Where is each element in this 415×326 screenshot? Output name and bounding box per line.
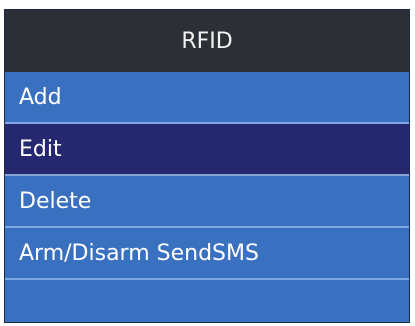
screen-title: RFID [5, 10, 409, 72]
menu-item-add[interactable]: Add [5, 72, 409, 124]
menu-item-edit[interactable]: Edit [5, 124, 409, 176]
rfid-menu-screen: RFID Add Edit Delete Arm/Disarm SendSMS [4, 9, 410, 323]
menu-list: Add Edit Delete Arm/Disarm SendSMS [5, 72, 409, 322]
menu-item-empty [5, 280, 409, 322]
menu-item-delete[interactable]: Delete [5, 176, 409, 228]
menu-item-arm-disarm-sendsms[interactable]: Arm/Disarm SendSMS [5, 228, 409, 280]
